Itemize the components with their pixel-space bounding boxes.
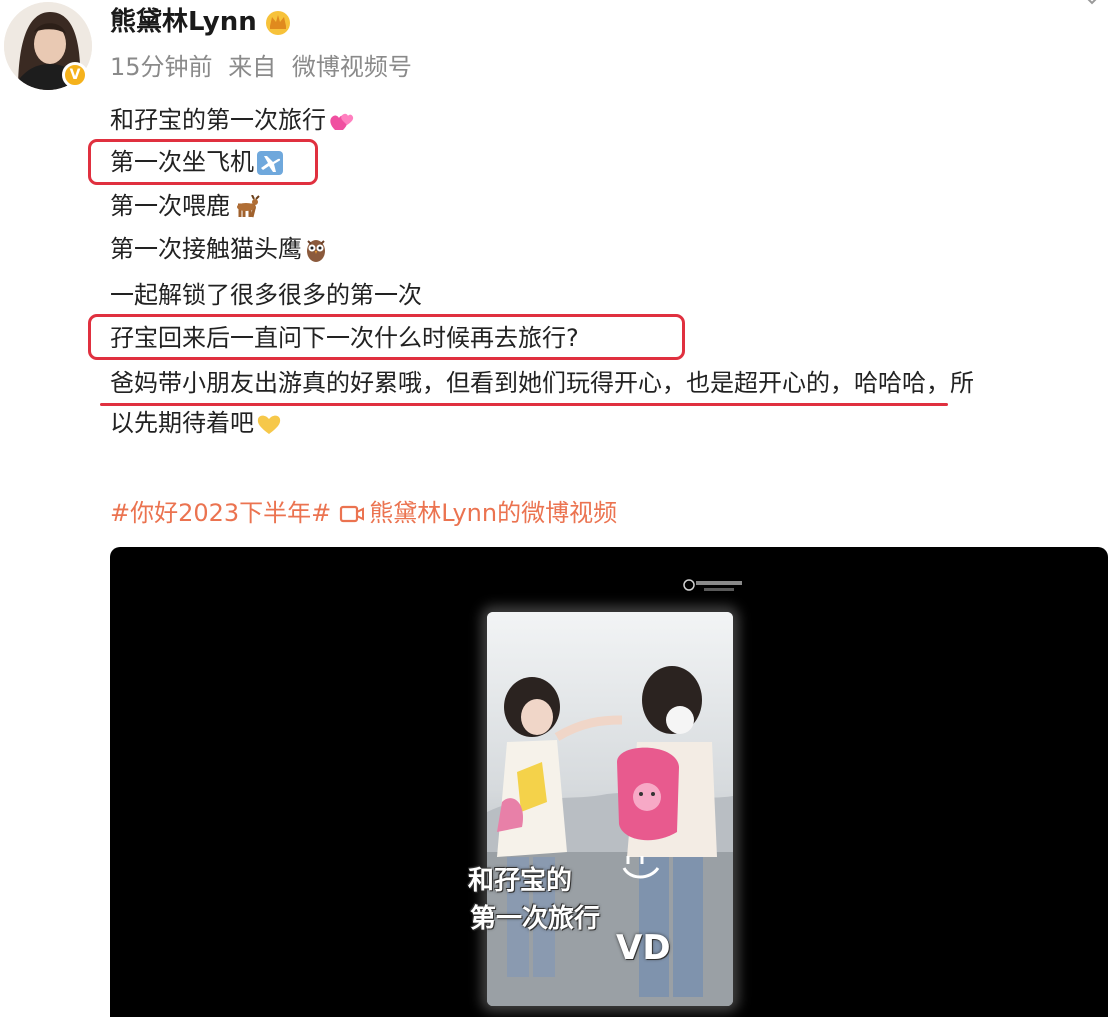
post-line-3-text: 第一次喂鹿: [110, 192, 230, 220]
deer-icon: [237, 195, 260, 218]
post-line-5: 一起解锁了很多很多的第一次: [110, 281, 422, 309]
video-caption-line-2: 第一次旅行: [470, 904, 601, 934]
post-line-3: 第一次喂鹿: [110, 190, 260, 222]
post-source-link[interactable]: 微博视频号: [292, 53, 412, 81]
verified-badge-icon: V: [62, 62, 88, 88]
highlight-underline: [100, 403, 948, 406]
post-line-4-text: 第一次接触猫头鹰: [110, 235, 302, 263]
post-line-8-text: 以先期待着吧: [110, 409, 254, 437]
post-line-1: 和孖宝的第一次旅行: [110, 104, 354, 136]
crown-icon: [266, 11, 290, 35]
post-meta: 15分钟前 来自 微博视频号: [110, 50, 420, 84]
video-watermark-logo: [683, 579, 742, 591]
video-thumbnail[interactable]: [487, 612, 733, 1006]
topic-hashtag-link[interactable]: #你好2023下半年#: [110, 499, 331, 527]
source-prefix: 来自: [228, 53, 277, 81]
post-line-7: 爸妈带小朋友出游真的好累哦，但看到她们玩得开心，也是超开心的，哈哈哈，所: [110, 369, 974, 397]
highlight-box-2: [88, 314, 685, 360]
video-caption-line-1: 和孖宝的: [468, 866, 573, 896]
post-time: 15分钟前: [110, 53, 213, 81]
post-line-4: 第一次接触猫头鹰: [110, 233, 328, 265]
topic-line: #你好2023下半年# 熊黛林Lynn的微博视频: [110, 496, 617, 530]
video-caption-line-3: VD: [616, 928, 671, 968]
post-line-8: 以先期待着吧: [110, 407, 282, 439]
video-link[interactable]: 熊黛林Lynn的微博视频: [369, 499, 617, 527]
highlight-box-1: [88, 139, 318, 185]
video-icon: [340, 505, 365, 523]
owl-icon: [307, 240, 325, 262]
post-line-1-text: 和孖宝的第一次旅行: [110, 106, 326, 134]
username[interactable]: 熊黛林Lynn: [110, 4, 257, 40]
yellow-heart-icon: [257, 415, 281, 434]
smiley-doodle-icon: [622, 856, 660, 879]
chevron-down-icon[interactable]: [1082, 0, 1102, 10]
heart-icon: [330, 113, 354, 130]
